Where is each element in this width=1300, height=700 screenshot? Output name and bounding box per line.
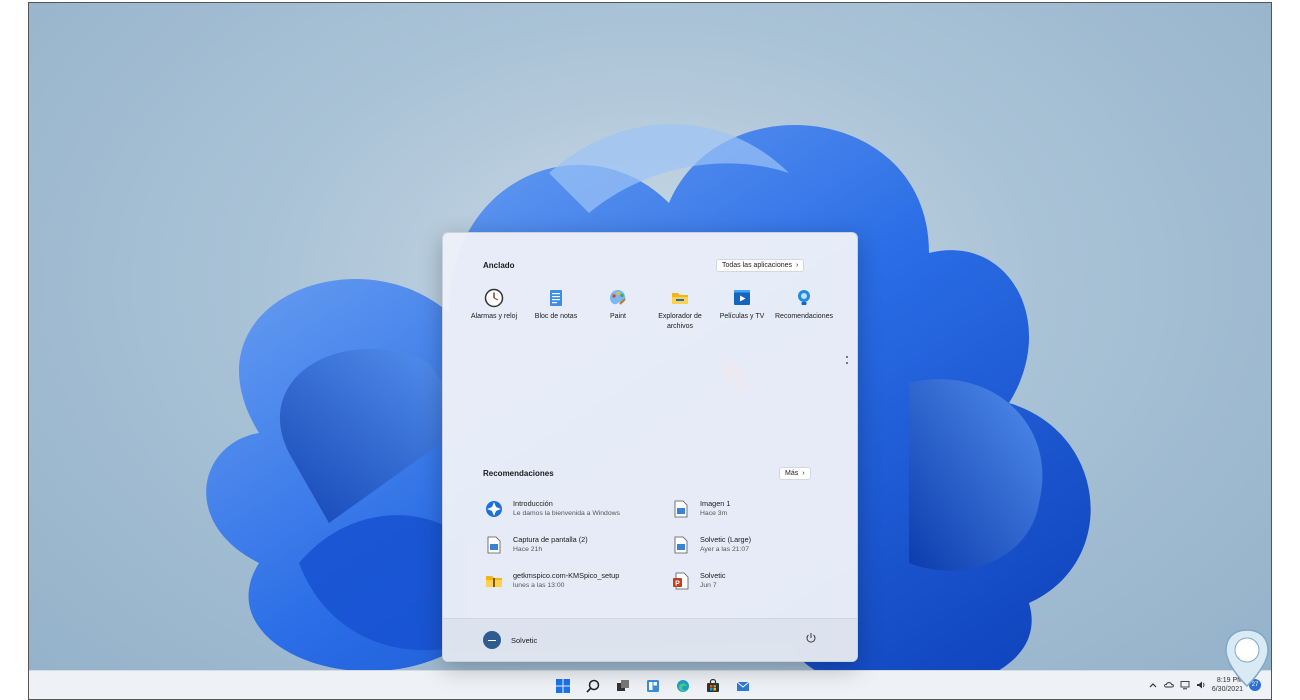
- all-apps-button[interactable]: Todas las aplicaciones ›: [716, 259, 805, 272]
- image-file-icon: [674, 536, 688, 554]
- item-title: Captura de pantalla (2): [513, 535, 588, 544]
- edge-icon[interactable]: [672, 675, 694, 697]
- pinned-app-tips[interactable]: Recomendaciones: [773, 288, 835, 332]
- app-label: Recomendaciones: [775, 313, 833, 320]
- app-label: Paint: [610, 313, 626, 320]
- item-title: Solvetic: [700, 571, 726, 580]
- paint-palette-icon: [610, 290, 626, 305]
- mail-icon[interactable]: [732, 675, 754, 697]
- avatar: [483, 631, 501, 649]
- image-file-icon: [487, 536, 501, 554]
- item-title: Imagen 1: [700, 499, 731, 508]
- clock-icon: [484, 288, 504, 308]
- more-button[interactable]: Más ›: [779, 467, 811, 480]
- recommended-item[interactable]: Imagen 1 Hace 3m: [672, 496, 852, 522]
- chevron-right-icon: ›: [802, 470, 805, 477]
- item-title: Introducción: [513, 499, 553, 508]
- pinned-title: Anclado: [483, 261, 515, 270]
- store-icon[interactable]: [702, 675, 724, 697]
- start-menu: Anclado Todas las aplicaciones › Alarmas…: [442, 232, 858, 662]
- onedrive-icon[interactable]: [1163, 680, 1174, 690]
- item-subtitle: lunes a las 13:00: [513, 582, 565, 589]
- notepad-icon: [550, 290, 562, 306]
- film-icon: [734, 290, 750, 305]
- powerpoint-file-icon: P: [673, 572, 689, 590]
- svg-text:P: P: [675, 580, 680, 587]
- pinned-app-notepad[interactable]: Bloc de notas: [525, 288, 587, 332]
- app-label: Explorador de archivos: [658, 313, 702, 330]
- windows-start-icon[interactable]: [552, 675, 574, 697]
- zip-folder-icon: [486, 576, 502, 587]
- recommended-item[interactable]: P Solvetic Jun 7: [672, 568, 852, 594]
- page-indicator[interactable]: [846, 356, 849, 368]
- chevron-up-icon[interactable]: [1148, 680, 1158, 690]
- recommended-item[interactable]: Captura de pantalla (2) Hace 21h: [485, 532, 665, 558]
- taskbar: 8:19 PM 6/30/2021 27: [29, 670, 1271, 699]
- task-view-icon[interactable]: [612, 675, 634, 697]
- item-title: Solvetic (Large): [700, 535, 752, 544]
- user-name: Solvetic: [511, 635, 538, 645]
- item-subtitle: Hace 3m: [700, 510, 728, 517]
- pinned-app-paint[interactable]: Paint: [587, 288, 649, 332]
- folder-icon: [672, 293, 688, 304]
- recommended-title: Recomendaciones: [483, 469, 554, 478]
- recommended-item[interactable]: Solvetic (Large) Ayer a las 21:07: [672, 532, 852, 558]
- app-label: Películas y TV: [719, 313, 765, 320]
- network-icon[interactable]: [1180, 680, 1190, 690]
- volume-icon[interactable]: [1196, 680, 1206, 690]
- pinned-apps: Alarmas y reloj Bloc de notas Paint Expl…: [463, 288, 843, 332]
- app-label: Bloc de notas: [534, 313, 578, 320]
- item-title: getkmspico.com-KMSpico_setup: [513, 571, 620, 580]
- solvetic-logo: [1222, 628, 1272, 688]
- user-account-button[interactable]: Solvetic: [483, 631, 537, 649]
- search-icon[interactable]: [582, 675, 604, 697]
- taskbar-apps: [552, 675, 754, 697]
- start-menu-footer: Solvetic: [443, 618, 857, 661]
- lightbulb-icon: [798, 290, 810, 305]
- pinned-app-file-explorer[interactable]: Explorador de archivos: [649, 288, 711, 332]
- item-subtitle: Hace 21h: [513, 546, 543, 553]
- app-label: Alarmas y reloj: [470, 313, 518, 320]
- recommended-item[interactable]: getkmspico.com-KMSpico_setuplunes a las …: [485, 568, 665, 594]
- power-icon[interactable]: [805, 632, 817, 644]
- tips-icon: [486, 501, 502, 517]
- pinned-app-alarms[interactable]: Alarmas y reloj: [463, 288, 525, 332]
- widgets-icon[interactable]: [642, 675, 664, 697]
- image-file-icon: [674, 500, 688, 518]
- recommended-item[interactable]: Introducción Le damos la bienvenida a Win…: [485, 496, 665, 522]
- pinned-app-movies-tv[interactable]: Películas y TV: [711, 288, 773, 332]
- more-label: Más: [785, 470, 799, 477]
- item-subtitle: Le damos la bienvenida a Windows: [513, 510, 620, 517]
- all-apps-label: Todas las aplicaciones: [722, 262, 793, 269]
- item-subtitle: Ayer a las 21:07: [700, 546, 749, 553]
- chevron-right-icon: ›: [796, 262, 799, 269]
- item-subtitle: Jun 7: [700, 582, 717, 589]
